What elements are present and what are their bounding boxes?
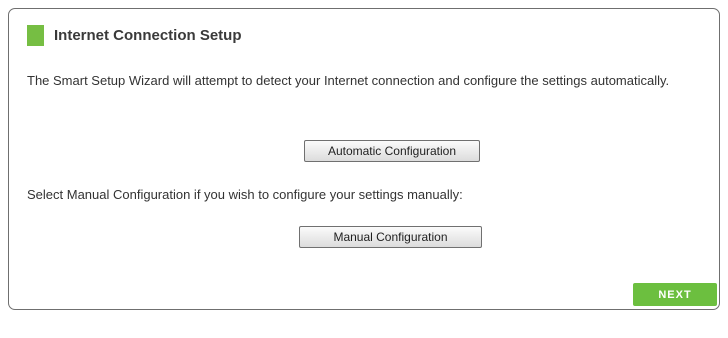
manual-configuration-button[interactable]: Manual Configuration (299, 226, 482, 248)
next-button[interactable]: NEXT (633, 283, 717, 306)
section-heading: Internet Connection Setup (27, 24, 242, 46)
intro-text: The Smart Setup Wizard will attempt to d… (27, 73, 670, 88)
automatic-configuration-button[interactable]: Automatic Configuration (304, 140, 480, 162)
page-title: Internet Connection Setup (54, 26, 242, 44)
heading-marker (27, 24, 44, 46)
manual-instruction-text: Select Manual Configuration if you wish … (27, 187, 463, 202)
